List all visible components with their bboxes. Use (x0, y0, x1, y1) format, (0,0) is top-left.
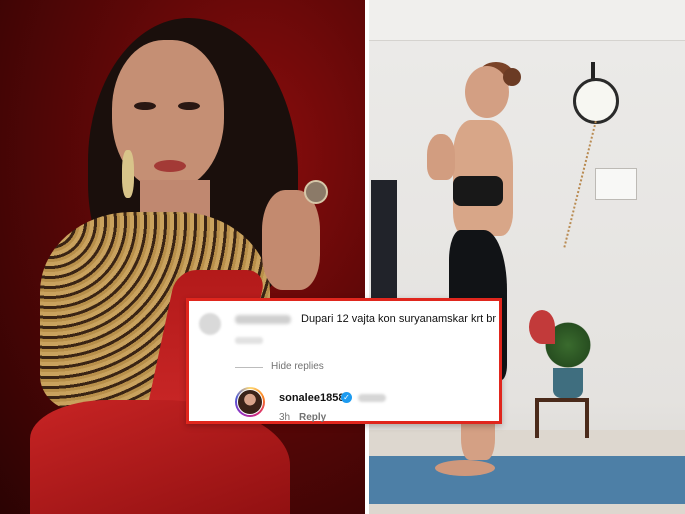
red-plant (529, 310, 555, 344)
comment-meta-blurred (235, 337, 263, 344)
lips (154, 160, 186, 172)
hand (262, 190, 320, 290)
wall-clock (573, 78, 619, 124)
verified-badge-icon: ✓ (341, 392, 352, 403)
door-edge (371, 180, 397, 300)
reply-username[interactable]: sonalee18588 (279, 392, 351, 404)
thread-line (235, 367, 263, 368)
commenter-username-blurred[interactable] (235, 315, 291, 324)
ceiling (369, 0, 685, 41)
reply-text-blurred (358, 394, 386, 402)
reply-button[interactable]: Reply (299, 412, 326, 423)
right-photo (369, 0, 685, 514)
hide-replies-button[interactable]: Hide replies (271, 361, 324, 372)
plant-pot (553, 368, 583, 398)
reply-timestamp: 3h (279, 412, 291, 423)
sports-bra (453, 176, 503, 206)
foot (435, 460, 495, 476)
yoga-mat (369, 456, 685, 504)
reply-avatar-photo (237, 389, 263, 415)
comment-card: Dupari 12 vajta kon suryanamskar krt br … (186, 298, 502, 424)
ring (304, 180, 328, 204)
left-eye (134, 102, 156, 110)
hair-bun (503, 68, 521, 86)
left-photo (0, 0, 365, 514)
switch-board (595, 168, 637, 200)
reply-avatar[interactable] (235, 387, 265, 417)
comment-text: Dupari 12 vajta kon suryanamskar krt br (301, 313, 497, 325)
praying-hands (427, 134, 455, 180)
right-eye (178, 102, 200, 110)
commenter-avatar[interactable] (199, 313, 221, 335)
plant-stand (535, 398, 589, 438)
earring (122, 150, 134, 198)
